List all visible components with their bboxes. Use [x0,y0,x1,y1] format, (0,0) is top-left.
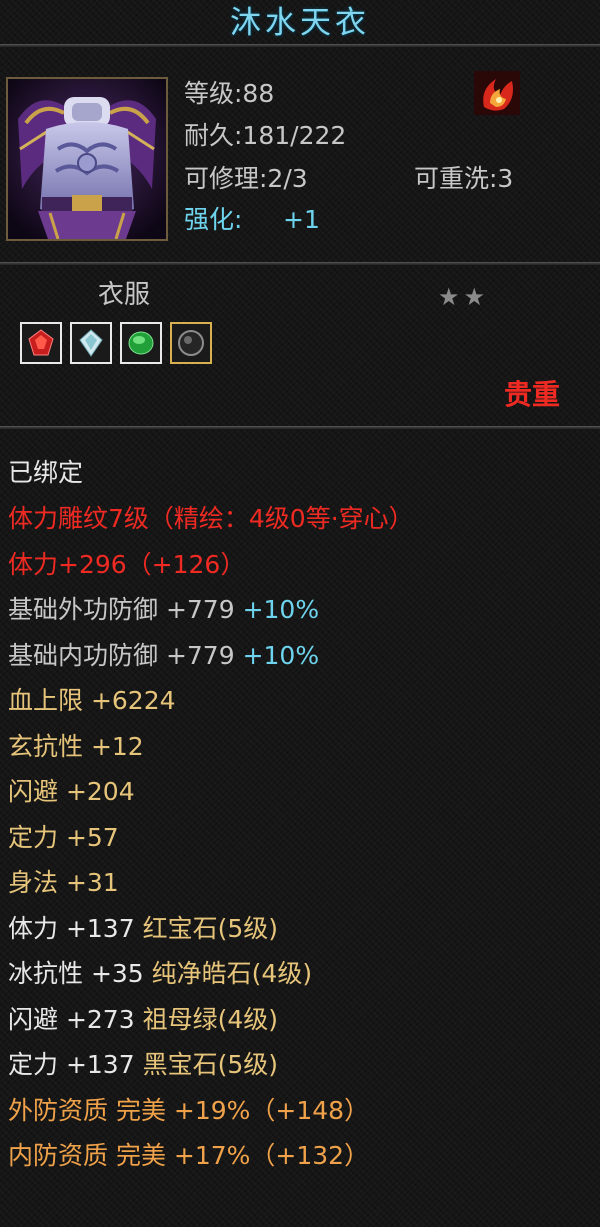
attribute-line: 闪避 +204 [8,775,135,809]
gem-slot[interactable] [170,322,212,364]
rarity-label: 贵重 [504,378,561,411]
star-rating: ★★ [438,283,490,311]
item-repairable: 可修理:2/3 [184,164,308,193]
attribute-text: +10% [242,640,320,670]
attribute-line: 玄抗性 +12 [8,730,144,764]
attribute-line: 外防资质 完美 +19%（+148） [8,1094,369,1128]
item-tooltip: 沐水天衣 等级:88 耐久:181/222 可修理:2/3 可重洗:3 强化: … [0,0,600,1227]
attribute-text: 闪避 +273 [8,1004,143,1034]
item-enhance-label: 强化: [184,205,243,234]
flame-swirl-icon[interactable] [474,71,520,115]
attribute-text: 体力雕纹7级（精绘：4级0等·穿心） [8,504,414,533]
attribute-text: +10% [242,595,320,624]
attribute-text: 红宝石(5级) [142,913,278,943]
item-name: 沐水天衣 [230,5,370,41]
attribute-line: 体力+296（+126） [8,548,245,582]
attribute-line: 冰抗性 +35 纯净皓石(4级) [8,957,312,991]
attribute-text: 纯净皓石(4级) [151,959,313,988]
attribute-text: 黑宝石(5级) [142,1050,278,1079]
attribute-line: 血上限 +6224 [8,684,176,718]
attribute-text: 血上限 [8,686,91,715]
item-type: 衣服 [98,280,151,310]
attribute-text: 体力+296（+126） [8,549,246,579]
attribute-line: 基础内功防御 +779 +10% [8,639,319,673]
attribute-line: 内防资质 完美 +17%（+132） [8,1139,369,1173]
attribute-text: 基础外功防御 +779 [8,595,243,624]
bind-status: 已绑定 [8,458,84,487]
attribute-line: 闪避 +273 祖母绿(4级) [8,1003,278,1037]
attribute-line: 定力 +57 [8,821,119,855]
ruby-gem-icon [28,329,54,356]
attribute-line: 基础外功防御 +779 +10% [8,593,319,627]
attribute-text: 基础内功防御 +779 [8,640,243,670]
divider [0,262,600,266]
attribute-line: 身法 +31 [8,866,119,900]
attribute-text: 玄抗性 [8,731,91,761]
item-rewash: 可重洗:3 [414,164,514,193]
attribute-text: 体力 +137 [8,913,143,943]
attribute-text: +204 [65,777,135,806]
gem-slot[interactable] [20,322,62,364]
gem-slot[interactable] [120,322,162,364]
attribute-line: 定力 +137 黑宝石(5级) [8,1048,278,1082]
item-durability: 耐久:181/222 [184,121,347,150]
attribute-text: +57 [65,822,119,852]
diamond-gem-icon [79,329,103,357]
attribute-text: 定力 [8,822,66,852]
robe-armor-icon [8,79,166,239]
divider [0,44,600,48]
divider [0,426,600,430]
attribute-line: 体力 +137 红宝石(5级) [8,912,278,946]
black-gem-icon [178,330,204,356]
attribute-text: 冰抗性 +35 [8,959,152,988]
attribute-text: 内防资质 完美 +17%（+132） [8,1141,370,1170]
attribute-text: 定力 +137 [8,1050,143,1079]
item-icon-robe[interactable] [6,77,168,241]
attribute-text: +6224 [90,686,176,715]
attribute-text: 外防资质 完美 +19%（+148） [8,1095,370,1125]
attribute-text: 祖母绿(4级) [142,1004,278,1034]
emerald-gem-icon [128,331,154,355]
attribute-text: 身法 [8,868,66,897]
attribute-text: 闪避 [8,777,66,806]
item-enhance-value: +1 [283,205,320,234]
item-level: 等级:88 [184,79,275,108]
attribute-text: +12 [90,731,144,761]
attribute-text: +31 [65,868,119,897]
gem-slot[interactable] [70,322,112,364]
attribute-line: 体力雕纹7级（精绘：4级0等·穿心） [8,502,414,536]
